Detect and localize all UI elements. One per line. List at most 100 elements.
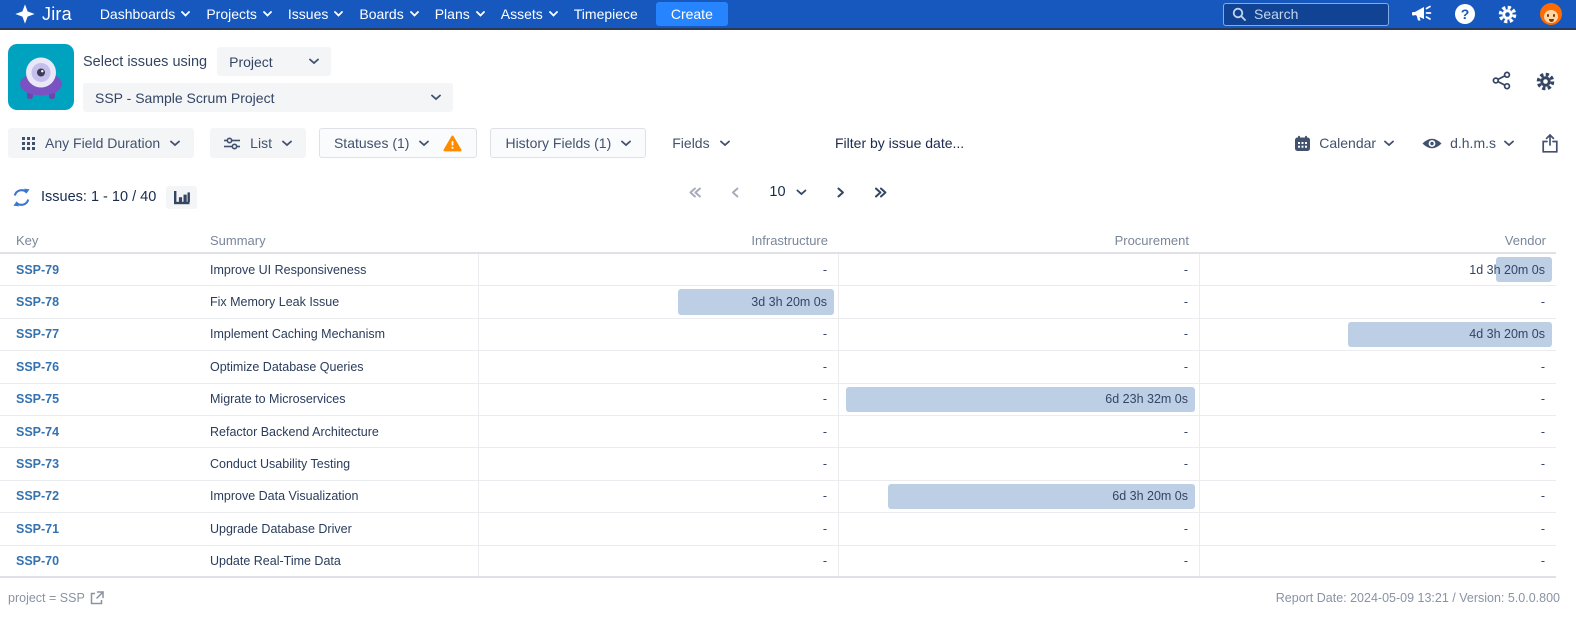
chevron-down-icon <box>476 11 485 17</box>
duration-cell: - <box>838 416 1199 447</box>
share-icon[interactable] <box>1492 71 1511 90</box>
issue-key-link[interactable]: SSP-75 <box>0 392 194 406</box>
duration-cell: 6d 3h 20m 0s <box>838 481 1199 512</box>
megaphone-icon[interactable] <box>1411 4 1433 24</box>
chevron-down-icon <box>181 11 190 17</box>
statuses-select[interactable]: Statuses (1) <box>319 128 477 158</box>
issue-key-link[interactable]: SSP-74 <box>0 425 194 439</box>
duration-cell: - <box>1199 384 1556 415</box>
chevron-down-icon <box>334 11 343 17</box>
user-avatar[interactable] <box>1540 3 1562 25</box>
select-issues-label: Select issues using <box>83 54 207 70</box>
duration-cell: - <box>478 513 838 544</box>
eye-icon <box>1422 137 1442 150</box>
calendar-select[interactable]: Calendar <box>1294 135 1394 152</box>
col-header-summary[interactable]: Summary <box>194 233 478 248</box>
next-page-icon[interactable] <box>837 187 845 198</box>
issue-source-select[interactable]: Project <box>217 47 331 76</box>
pagination-row: Issues: 1 - 10 / 40 10 <box>0 180 1576 214</box>
duration-cell: - <box>838 448 1199 479</box>
duration-cell: 3d 3h 20m 0s <box>478 286 838 317</box>
chevron-down-icon <box>720 140 730 147</box>
duration-cell: - <box>838 319 1199 350</box>
help-icon[interactable]: ? <box>1455 4 1475 24</box>
nav-item-dashboards[interactable]: Dashboards <box>100 6 191 22</box>
issue-summary: Conduct Usability Testing <box>194 457 478 471</box>
issues-table: Key Summary Infrastructure Procurement V… <box>0 228 1556 578</box>
gear-icon[interactable] <box>1497 4 1518 25</box>
chevron-down-icon <box>170 140 180 147</box>
issue-key-link[interactable]: SSP-70 <box>0 554 194 568</box>
time-format-select[interactable]: d.h.m.s <box>1422 135 1514 151</box>
chevron-down-icon <box>1504 140 1514 147</box>
page-size-select[interactable]: 10 <box>769 184 806 200</box>
duration-cell: - <box>1199 448 1556 479</box>
report-info: Report Date: 2024-05-09 13:21 / Version:… <box>1276 591 1560 605</box>
issue-key-link[interactable]: SSP-77 <box>0 327 194 341</box>
chevron-down-icon <box>410 11 419 17</box>
duration-cell: - <box>838 286 1199 317</box>
create-button[interactable]: Create <box>656 2 728 26</box>
nav-item-issues[interactable]: Issues <box>288 6 343 22</box>
issue-key-link[interactable]: SSP-79 <box>0 263 194 277</box>
fields-select[interactable]: Fields <box>666 128 735 158</box>
duration-cell: - <box>838 513 1199 544</box>
col-header-procurement[interactable]: Procurement <box>838 233 1199 248</box>
project-select[interactable]: SSP - Sample Scrum Project <box>83 83 453 112</box>
app-icon <box>8 44 74 110</box>
table-row: SSP-79Improve UI Responsiveness--1d 3h 2… <box>0 254 1556 286</box>
last-page-icon[interactable] <box>875 187 888 198</box>
issue-date-filter-input[interactable]: Filter by issue date... <box>835 135 964 151</box>
table-header: Key Summary Infrastructure Procurement V… <box>0 228 1556 254</box>
nav-menu: Dashboards Projects Issues Boards Plans … <box>100 6 638 22</box>
jira-logo-text: Jira <box>42 4 72 25</box>
chart-view-button[interactable] <box>166 186 197 209</box>
field-duration-select[interactable]: Any Field Duration <box>8 128 194 158</box>
prev-page-icon[interactable] <box>731 187 739 198</box>
duration-cell: - <box>478 351 838 382</box>
duration-cell: - <box>1199 513 1556 544</box>
table-row: SSP-71Upgrade Database Driver--- <box>0 513 1556 545</box>
toolbar: Any Field Duration List Statuses (1) His… <box>0 128 1576 158</box>
issue-summary: Improve Data Visualization <box>194 489 478 503</box>
issue-key-link[interactable]: SSP-73 <box>0 457 194 471</box>
chevron-down-icon <box>263 11 272 17</box>
grid-icon <box>22 137 35 150</box>
issue-summary: Update Real-Time Data <box>194 554 478 568</box>
chevron-down-icon <box>309 58 319 65</box>
col-header-infrastructure[interactable]: Infrastructure <box>478 233 838 248</box>
nav-item-timepiece[interactable]: Timepiece <box>574 6 638 22</box>
issue-key-link[interactable]: SSP-72 <box>0 489 194 503</box>
jira-logo[interactable]: Jira <box>14 3 72 25</box>
nav-item-plans[interactable]: Plans <box>435 6 485 22</box>
duration-cell: - <box>838 546 1199 576</box>
nav-item-boards[interactable]: Boards <box>359 6 418 22</box>
issue-summary: Upgrade Database Driver <box>194 522 478 536</box>
nav-item-projects[interactable]: Projects <box>206 6 272 22</box>
duration-cell: - <box>478 384 838 415</box>
sliders-icon <box>224 137 240 150</box>
issue-key-link[interactable]: SSP-78 <box>0 295 194 309</box>
search-input[interactable]: Search <box>1223 3 1389 26</box>
table-row: SSP-75Migrate to Microservices-6d 23h 32… <box>0 384 1556 416</box>
duration-cell: - <box>1199 546 1556 576</box>
jql-query-link[interactable]: project = SSP <box>8 591 104 605</box>
settings-gear-icon[interactable] <box>1535 71 1556 92</box>
history-fields-select[interactable]: History Fields (1) <box>490 128 646 158</box>
refresh-icon[interactable] <box>12 188 31 207</box>
duration-cell: 1d 3h 20m 0s <box>1199 254 1556 285</box>
issue-key-link[interactable]: SSP-76 <box>0 360 194 374</box>
warning-icon <box>443 135 462 152</box>
view-mode-select[interactable]: List <box>210 128 306 158</box>
issue-key-link[interactable]: SSP-71 <box>0 522 194 536</box>
chevron-down-icon <box>419 140 429 147</box>
export-icon[interactable] <box>1542 134 1558 153</box>
first-page-icon[interactable] <box>688 187 701 198</box>
col-header-vendor[interactable]: Vendor <box>1199 233 1556 248</box>
table-row: SSP-72Improve Data Visualization-6d 3h 2… <box>0 481 1556 513</box>
app-header: Select issues using Project SSP - Sample… <box>0 30 1576 112</box>
col-header-key[interactable]: Key <box>0 233 194 248</box>
chevron-down-icon <box>797 189 807 196</box>
nav-item-assets[interactable]: Assets <box>501 6 558 22</box>
issue-summary: Optimize Database Queries <box>194 360 478 374</box>
